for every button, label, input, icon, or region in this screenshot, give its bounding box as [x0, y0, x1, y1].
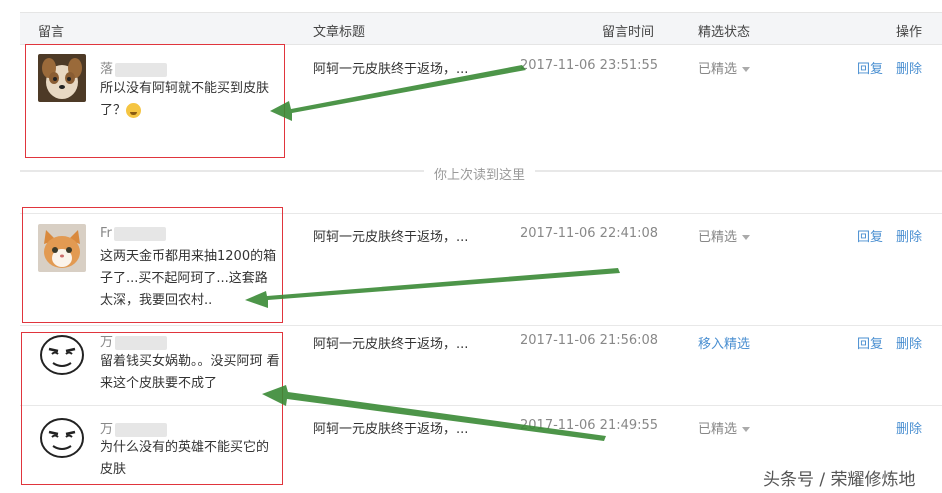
annotation-arrow: [245, 268, 620, 308]
annotation-arrow: [262, 385, 606, 441]
watermark: 头条号 / 荣耀修炼地: [763, 470, 916, 490]
annotation-arrow: [270, 65, 526, 121]
annotation-arrows: [245, 65, 620, 441]
